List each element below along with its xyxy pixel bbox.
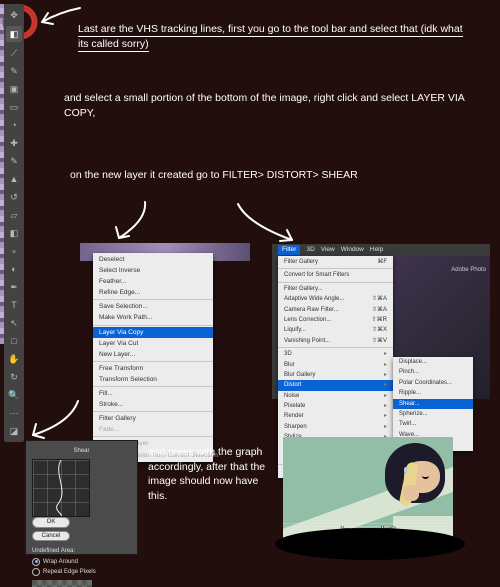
- ctx-item[interactable]: Feather...: [93, 276, 213, 287]
- filter-menu-item[interactable]: Blur Gallery▸: [278, 370, 393, 380]
- filter-menu-item[interactable]: Pixelate▸: [278, 401, 393, 411]
- ctx-item[interactable]: New Layer...: [93, 349, 213, 360]
- filter-menu-item[interactable]: Lens Correction...⇧⌘R: [278, 315, 393, 325]
- gradient-tool-icon[interactable]: ◧: [7, 226, 21, 240]
- ctx-item[interactable]: Refine Edge...: [93, 287, 213, 298]
- ctx-item[interactable]: Filter Gallery: [93, 413, 213, 424]
- filter-menu-item[interactable]: Render▸: [278, 411, 393, 421]
- filter-menu-item[interactable]: Filter Gallery...: [278, 284, 393, 294]
- ctx-item[interactable]: Select Inverse: [93, 265, 213, 276]
- shear-graph[interactable]: [32, 459, 90, 517]
- move-tool-icon[interactable]: ✥: [7, 8, 21, 22]
- menubar-item[interactable]: 3D: [306, 245, 314, 254]
- filter-menu-item[interactable]: Camera Raw Filter...⇧⌘A: [278, 305, 393, 315]
- ctx-item[interactable]: Make Work Path...: [93, 312, 213, 323]
- ctx-item[interactable]: Layer Via Cut: [93, 338, 213, 349]
- blur-tool-icon[interactable]: ∘: [7, 244, 21, 258]
- heal-tool-icon[interactable]: ✚: [7, 136, 21, 150]
- zoom-tool-icon[interactable]: 🔍: [7, 388, 21, 402]
- filter-menu-item[interactable]: Sharpen▸: [278, 422, 393, 432]
- distort-submenu-item[interactable]: Shear...: [393, 399, 473, 409]
- filter-menu-item[interactable]: Blur▸: [278, 360, 393, 370]
- instruction-2: and select a small portion of the bottom…: [64, 91, 474, 120]
- ctx-item: Fade...: [93, 424, 213, 435]
- ctx-item[interactable]: Transform Selection: [93, 374, 213, 385]
- frame-tool-icon[interactable]: ▭: [7, 100, 21, 114]
- menubar-item[interactable]: View: [321, 245, 335, 254]
- eraser-tool-icon[interactable]: ▱: [7, 208, 21, 222]
- ctx-item[interactable]: Fill...: [93, 388, 213, 399]
- quick-select-tool-icon[interactable]: ✎: [7, 64, 21, 78]
- photoshop-window: Adobe Photo Filter 3D View Window Help Filte…: [272, 244, 490, 399]
- pen-tool-icon[interactable]: ✒: [7, 280, 21, 294]
- menu-bar[interactable]: Filter 3D View Window Help: [272, 244, 383, 256]
- distort-submenu-item[interactable]: Spherize...: [393, 409, 473, 419]
- shear-dialog-title: Shear: [32, 447, 131, 455]
- instruction-4: and mess with the graph accordingly, aft…: [148, 445, 272, 504]
- right-click-context-menu[interactable]: DeselectSelect InverseFeather...Refine E…: [93, 253, 213, 462]
- menubar-item[interactable]: Help: [370, 245, 383, 254]
- shear-dialog: Shear OK Cancel Undefined Area: Wrap Aro…: [25, 440, 138, 555]
- type-tool-icon[interactable]: T: [7, 298, 21, 312]
- crop-tool-icon[interactable]: ▣: [7, 82, 21, 96]
- ctx-item[interactable]: Stroke...: [93, 399, 213, 410]
- filter-menu-item[interactable]: Noise▸: [278, 391, 393, 401]
- ctx-item[interactable]: Free Transform: [93, 363, 213, 374]
- result-image: Im sorry... what?: [283, 437, 453, 542]
- photoshop-toolbar: ✥ ◧ ⟋ ✎ ▣ ▭ ◔ ✚ ✎ ▲ ↺ ▱ ◧ ∘ ◐ ✒ T ↖ □ ✋ ↻ 🔍 ⋯ ◪: [4, 4, 24, 442]
- edit-toolbar-icon[interactable]: ⋯: [7, 406, 21, 420]
- subtitle-text: Im sorry... what?: [283, 525, 453, 536]
- filter-menu-item[interactable]: Vanishing Point...⇧⌘V: [278, 336, 393, 346]
- rect-tool-icon[interactable]: □: [7, 334, 21, 348]
- instruction-3: on the new layer it created go to FILTER…: [70, 168, 480, 183]
- filter-menu-item[interactable]: Distort▸: [278, 380, 393, 390]
- marquee-tool-icon[interactable]: ◧: [6, 26, 22, 42]
- distort-submenu-item[interactable]: Pinch...: [393, 367, 473, 377]
- rotate-view-tool-icon[interactable]: ↻: [7, 370, 21, 384]
- history-brush-tool-icon[interactable]: ↺: [7, 190, 21, 204]
- app-name-label: Adobe Photo: [451, 266, 486, 274]
- fgbg-tool-icon[interactable]: ◪: [7, 424, 21, 438]
- distort-submenu-item[interactable]: Polar Coordinates...: [393, 378, 473, 388]
- ctx-item[interactable]: Deselect: [93, 254, 213, 265]
- lasso-tool-icon[interactable]: ⟋: [7, 46, 21, 60]
- filter-menu-item[interactable]: Convert for Smart Filters: [278, 270, 393, 280]
- filter-menu-item[interactable]: 3D▸: [278, 349, 393, 359]
- filter-menu-item[interactable]: Filter Gallery⌘F: [278, 257, 393, 267]
- dodge-tool-icon[interactable]: ◐: [7, 262, 21, 276]
- filter-menu-item[interactable]: Adaptive Wide Angle...⇧⌘A: [278, 294, 393, 304]
- hand-tool-icon[interactable]: ✋: [7, 352, 21, 366]
- distort-submenu-item[interactable]: Ripple...: [393, 388, 473, 398]
- ctx-item[interactable]: Layer Via Copy: [93, 327, 213, 338]
- menubar-item[interactable]: Filter: [278, 245, 300, 254]
- filter-menu-item[interactable]: Liquify...⇧⌘X: [278, 325, 393, 335]
- stamp-tool-icon[interactable]: ▲: [7, 172, 21, 186]
- path-select-tool-icon[interactable]: ↖: [7, 316, 21, 330]
- distort-submenu-item[interactable]: Twirl...: [393, 419, 473, 429]
- ctx-item[interactable]: Save Selection...: [93, 301, 213, 312]
- menubar-item[interactable]: Window: [341, 245, 364, 254]
- eyedropper-tool-icon[interactable]: ◔: [7, 118, 21, 132]
- instruction-1: Last are the VHS tracking lines, first y…: [78, 22, 470, 51]
- brush-tool-icon[interactable]: ✎: [7, 154, 21, 168]
- distort-submenu-item[interactable]: Displace...: [393, 357, 473, 367]
